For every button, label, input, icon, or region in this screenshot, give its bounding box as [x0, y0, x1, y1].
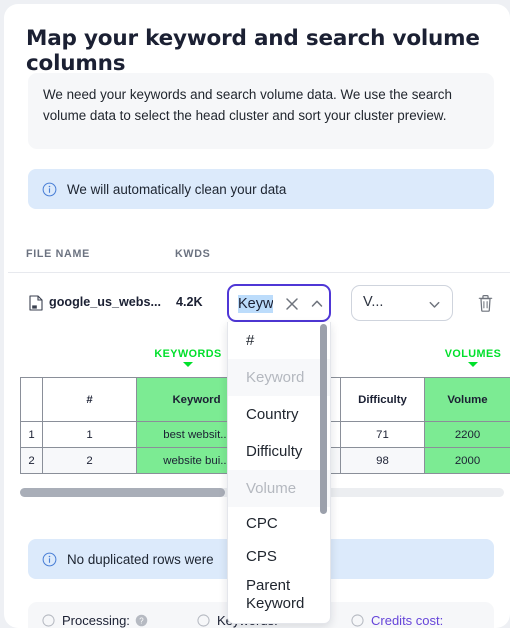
description-panel: We need your keywords and search volume …: [28, 73, 494, 149]
svg-text:?: ?: [139, 616, 144, 625]
mapping-arrow-keywords-icon: [183, 362, 193, 367]
chevron-down-icon[interactable]: [426, 296, 443, 313]
dropdown-option-cps[interactable]: CPS: [228, 540, 330, 573]
table-cell-difficulty: 71: [340, 421, 425, 448]
table-header-cell-difficulty: Difficulty: [340, 377, 425, 422]
file-name-value: google_us_webs...: [49, 295, 161, 309]
column-header-kwds: KWDS: [175, 248, 211, 260]
mapping-arrow-volumes-icon: [468, 362, 478, 367]
trash-icon[interactable]: [477, 294, 494, 313]
info-circle-icon: [42, 552, 57, 566]
mapping-card: Map your keyword and search volume colum…: [4, 4, 510, 628]
table-header-cell-num: #: [42, 377, 137, 422]
help-circle-icon[interactable]: [351, 614, 364, 627]
description-text: We need your keywords and search volume …: [43, 87, 452, 123]
keyword-column-select[interactable]: Keyw: [227, 284, 331, 322]
table-cell-volume: 2200: [424, 421, 510, 448]
mapping-label-volumes: VOLUMES: [444, 348, 502, 360]
dropdown-option-keyword: Keyword: [228, 359, 330, 396]
close-icon[interactable]: [283, 295, 301, 313]
table-header-cell-volume: Volume: [424, 377, 510, 422]
dropdown-option-volume: Volume: [228, 470, 330, 507]
dropdown-scrollbar-thumb[interactable]: [320, 324, 327, 514]
dropdown-option-parent-keyword[interactable]: Parent Keyword: [228, 573, 330, 623]
help-circle-icon[interactable]: [42, 614, 55, 627]
chevron-up-icon[interactable]: [308, 295, 326, 313]
app-root: Map your keyword and search volume colum…: [0, 0, 510, 628]
summary-item-processing: Processing: ?: [42, 613, 148, 628]
file-kwds-value: 4.2K: [176, 295, 203, 309]
help-circle-icon[interactable]: ?: [135, 614, 148, 627]
info-circle-icon: [42, 182, 57, 196]
summary-item-credits-cost: Credits cost:: [351, 613, 444, 628]
dropdown-option-cpc[interactable]: CPC: [228, 507, 330, 540]
table-cell-num: 2: [42, 447, 137, 474]
table-cell-difficulty: 98: [340, 447, 425, 474]
help-circle-icon[interactable]: [197, 614, 210, 627]
table-cell-volume: 2000: [424, 447, 510, 474]
info-banner-text: No duplicated rows were: [67, 551, 214, 567]
header-divider: [8, 272, 510, 273]
info-banner-text: We will automatically clean your data: [67, 181, 287, 197]
table-cell-num: 1: [42, 421, 137, 448]
info-banner-clean-data: We will automatically clean your data: [28, 169, 494, 209]
dropdown-option-hash[interactable]: #: [228, 322, 330, 359]
dropdown-option-parent-keyword-label: Parent Keyword: [246, 577, 305, 612]
file-document-icon: [29, 295, 43, 311]
dropdown-option-difficulty[interactable]: Difficulty: [228, 433, 330, 470]
scrollbar-thumb[interactable]: [20, 488, 225, 497]
volume-column-select[interactable]: V...: [351, 285, 453, 321]
table-cell-index: 1: [20, 421, 43, 448]
volume-column-select-value: V...: [363, 294, 384, 310]
keyword-column-select-value[interactable]: Keyw: [238, 295, 274, 313]
summary-label: Credits cost:: [371, 613, 444, 628]
page-title: Map your keyword and search volume colum…: [26, 26, 480, 76]
column-header-file-name: FILE NAME: [26, 248, 90, 260]
table-cell-index: 2: [20, 447, 43, 474]
summary-label: Processing:: [62, 613, 130, 628]
table-header-cell-index: [20, 377, 43, 422]
mapping-label-keywords: KEYWORDS: [154, 348, 222, 360]
keyword-column-dropdown-menu[interactable]: # Keyword Country Difficulty Volume CPC …: [227, 322, 331, 624]
dropdown-option-country[interactable]: Country: [228, 396, 330, 433]
